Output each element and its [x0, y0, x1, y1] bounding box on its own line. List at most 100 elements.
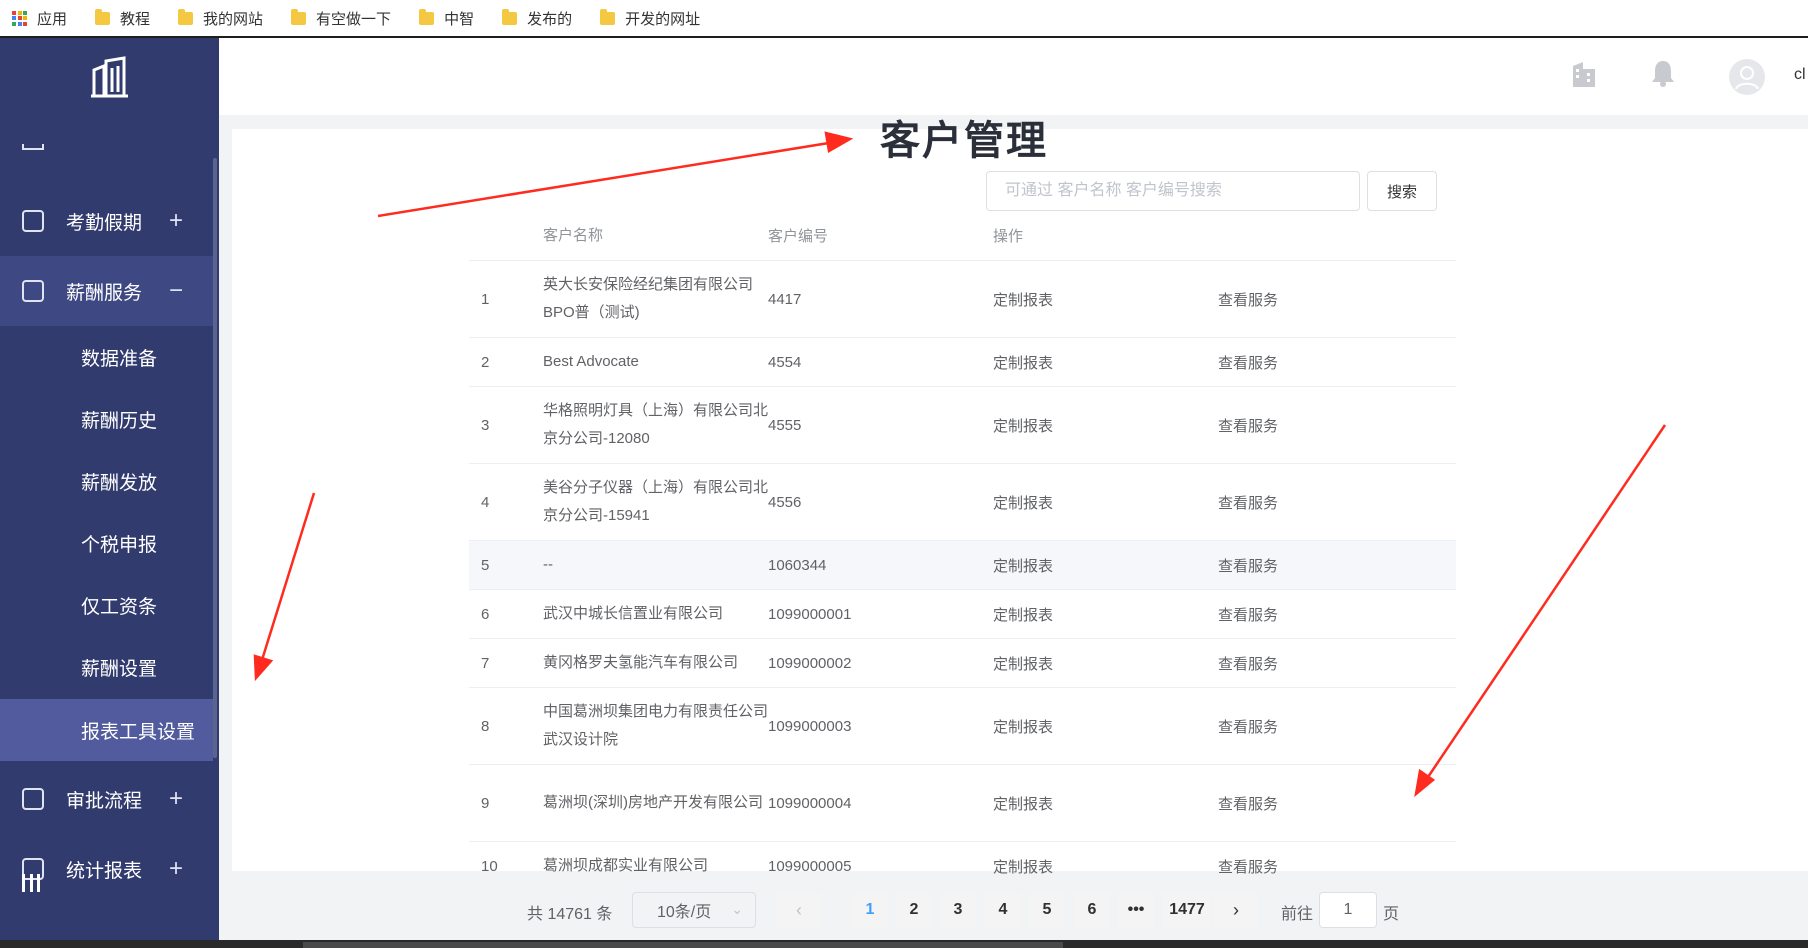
- expand-icon[interactable]: +: [169, 855, 183, 883]
- sidebar-subitem-data-prep[interactable]: 数据准备: [0, 326, 213, 388]
- customer-table: 客户名称 客户编号 操作 1 英大长安保险经纪集团有限公司BPO普（测试) 44…: [469, 211, 1456, 890]
- row-index: 7: [481, 654, 490, 672]
- table-row: 2 Best Advocate 4554 定制报表 查看服务: [469, 338, 1456, 387]
- building-logo-icon: [90, 56, 128, 98]
- bookmark-folder[interactable]: 开发的网址: [600, 8, 700, 29]
- menu-collapse-icon[interactable]: [22, 874, 40, 892]
- customer-name: Best Advocate: [543, 353, 639, 370]
- custom-report-link[interactable]: 定制报表: [993, 716, 1218, 737]
- sidebar-item-statistics[interactable]: 统计报表 +: [0, 834, 213, 904]
- custom-report-link[interactable]: 定制报表: [993, 492, 1218, 513]
- user-name[interactable]: cl: [1794, 66, 1806, 84]
- sidebar-subitem-payroll-payment[interactable]: 薪酬发放: [0, 450, 213, 512]
- table-row: 8 中国葛洲坝集团电力有限责任公司武汉设计院 1099000003 定制报表 查…: [469, 688, 1456, 765]
- bookmark-folder[interactable]: 我的网站: [178, 8, 263, 29]
- sidebar-subitem-label: 薪酬历史: [81, 410, 158, 432]
- sidebar-item-payroll[interactable]: 薪酬服务 −: [0, 256, 213, 326]
- custom-report-link[interactable]: 定制报表: [993, 352, 1218, 373]
- page-3[interactable]: 3: [940, 892, 976, 928]
- prev-page-button[interactable]: ‹: [777, 892, 821, 928]
- row-index: 6: [481, 605, 490, 623]
- custom-report-link[interactable]: 定制报表: [993, 653, 1218, 674]
- bookmark-label: 中智: [444, 10, 475, 28]
- custom-report-link[interactable]: 定制报表: [993, 415, 1218, 436]
- page-2[interactable]: 2: [896, 892, 932, 928]
- view-service-link[interactable]: 查看服务: [1218, 492, 1456, 513]
- sidebar-subitem-payroll-history[interactable]: 薪酬历史: [0, 388, 213, 450]
- sidebar-subitem-payroll-settings[interactable]: 薪酬设置: [0, 636, 213, 698]
- customer-code: 4417: [768, 290, 802, 308]
- page-5[interactable]: 5: [1029, 892, 1065, 928]
- view-service-link[interactable]: 查看服务: [1218, 555, 1456, 576]
- bookmark-folder[interactable]: 中智: [419, 8, 474, 29]
- table-row: 7 黄冈格罗夫氢能汽车有限公司 1099000002 定制报表 查看服务: [469, 639, 1456, 688]
- search-input[interactable]: [986, 171, 1360, 211]
- page-last[interactable]: 1477: [1162, 892, 1212, 928]
- view-service-link[interactable]: 查看服务: [1218, 716, 1456, 737]
- flow-icon: [22, 788, 44, 810]
- row-index: 10: [481, 857, 498, 875]
- yuan-document-icon: [22, 280, 44, 302]
- sidebar-subitem-tax-declaration[interactable]: 个税申报: [0, 512, 213, 574]
- customer-name: 华格照明灯具（上海）有限公司北京分公司-12080: [543, 402, 769, 447]
- logo[interactable]: [0, 38, 219, 116]
- customer-name: 武汉中城长信置业有限公司: [543, 605, 724, 622]
- sidebar-item-approval[interactable]: 审批流程 +: [0, 764, 213, 834]
- building-icon[interactable]: [1571, 60, 1597, 88]
- page-4[interactable]: 4: [985, 892, 1021, 928]
- row-index: 1: [481, 290, 490, 308]
- chevron-left-icon: ‹: [796, 899, 802, 920]
- table-row: 5 -- 1060344 定制报表 查看服务: [469, 541, 1456, 590]
- search-button[interactable]: 搜索: [1367, 171, 1437, 211]
- sidebar-subitem-label: 仅工资条: [81, 596, 158, 618]
- sidebar-subitem-payslip-only[interactable]: 仅工资条: [0, 574, 213, 636]
- view-service-link[interactable]: 查看服务: [1218, 415, 1456, 436]
- customer-name: 黄冈格罗夫氢能汽车有限公司: [543, 654, 739, 671]
- custom-report-link[interactable]: 定制报表: [993, 555, 1218, 576]
- customer-name: --: [543, 556, 553, 573]
- row-index: 3: [481, 416, 490, 434]
- sidebar-scrollbar[interactable]: [213, 158, 217, 758]
- page-1[interactable]: 1: [852, 892, 888, 928]
- expand-icon[interactable]: +: [169, 207, 183, 235]
- custom-report-link[interactable]: 定制报表: [993, 793, 1218, 814]
- custom-report-link[interactable]: 定制报表: [993, 289, 1218, 310]
- sidebar-item-label: 薪酬服务: [66, 282, 143, 304]
- goto-page-input[interactable]: [1319, 892, 1377, 928]
- sidebar-item-attendance[interactable]: 考勤假期 +: [0, 186, 213, 256]
- bell-icon[interactable]: [1651, 59, 1675, 87]
- page-size-value: 10条/页: [657, 904, 712, 921]
- row-index: 5: [481, 556, 490, 574]
- custom-report-link[interactable]: 定制报表: [993, 856, 1218, 877]
- view-service-link[interactable]: 查看服务: [1218, 653, 1456, 674]
- view-service-link[interactable]: 查看服务: [1218, 604, 1456, 625]
- next-page-button[interactable]: ›: [1214, 892, 1258, 928]
- customer-code: 1099000002: [768, 654, 852, 672]
- more-pages[interactable]: •••: [1118, 892, 1154, 928]
- custom-report-link[interactable]: 定制报表: [993, 604, 1218, 625]
- customer-code: 1099000003: [768, 717, 852, 735]
- collapse-icon[interactable]: −: [169, 277, 183, 305]
- taskbar-strip: [0, 940, 1808, 948]
- bookmark-folder[interactable]: 教程: [95, 8, 150, 29]
- pagination: 共 14761 条 10条/页 ⌄ ‹ 1 2 3 4 5 6 ••• 1477…: [469, 890, 1456, 930]
- page-size-select[interactable]: 10条/页 ⌄: [632, 892, 756, 928]
- bookmark-folder[interactable]: 发布的: [502, 8, 572, 29]
- view-service-link[interactable]: 查看服务: [1218, 793, 1456, 814]
- page-6[interactable]: 6: [1074, 892, 1110, 928]
- column-header-name: 客户名称: [543, 226, 604, 244]
- goto-label: 前往: [1281, 906, 1314, 923]
- bookmark-apps[interactable]: 应用: [12, 8, 67, 29]
- view-service-link[interactable]: 查看服务: [1218, 352, 1456, 373]
- customer-name: 美谷分子仪器（上海）有限公司北京分公司-15941: [543, 479, 769, 524]
- bookmark-folder[interactable]: 有空做一下: [291, 8, 391, 29]
- top-header: cl: [219, 38, 1808, 115]
- avatar[interactable]: [1728, 58, 1766, 96]
- expand-icon[interactable]: +: [169, 785, 183, 813]
- view-service-link[interactable]: 查看服务: [1218, 856, 1456, 877]
- sidebar-subitem-report-tool-settings[interactable]: 报表工具设置: [0, 699, 213, 761]
- customer-code: 1099000005: [768, 857, 852, 875]
- table-row: 4 美谷分子仪器（上海）有限公司北京分公司-15941 4556 定制报表 查看…: [469, 464, 1456, 541]
- bookmark-label: 教程: [120, 10, 151, 28]
- view-service-link[interactable]: 查看服务: [1218, 289, 1456, 310]
